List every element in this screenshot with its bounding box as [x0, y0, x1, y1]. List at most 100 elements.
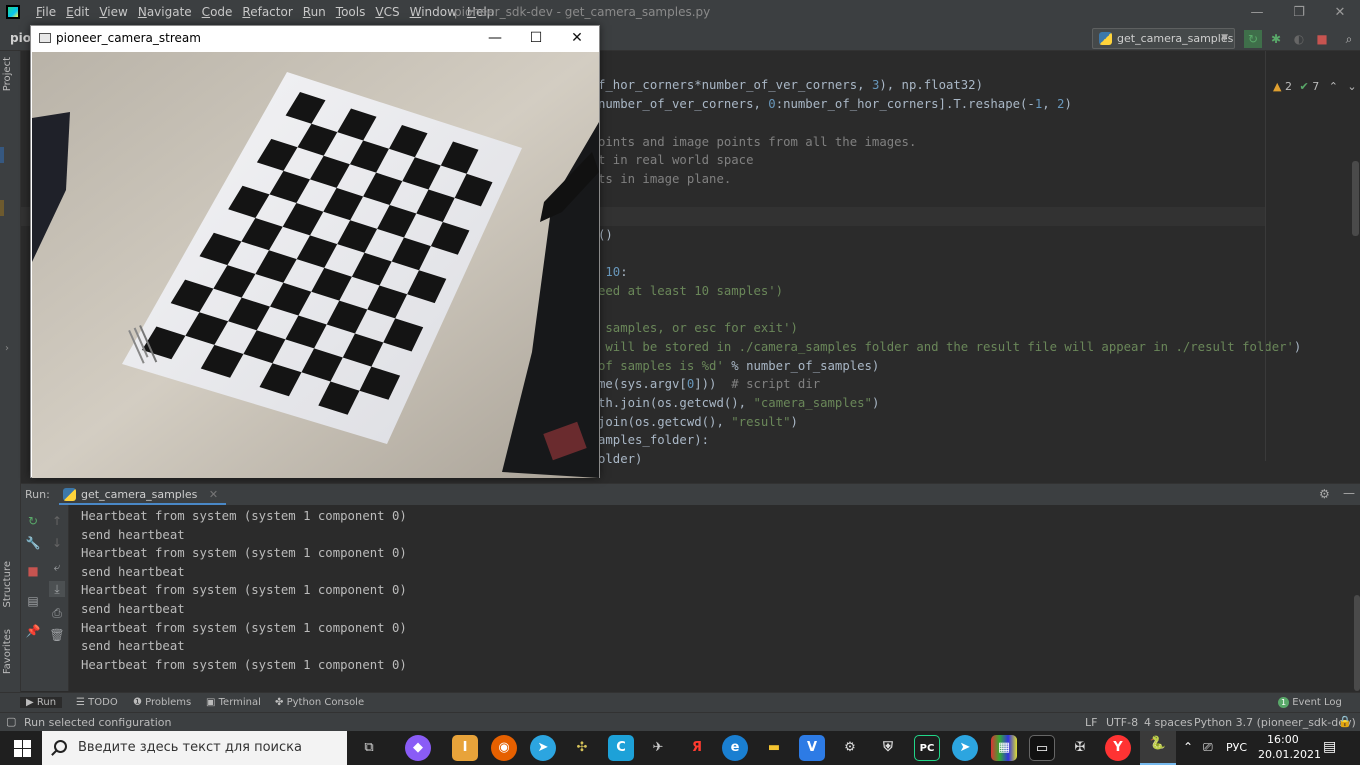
- chevron-up-icon[interactable]: ⌃: [1329, 80, 1338, 93]
- clock-time[interactable]: 16:00: [1267, 733, 1299, 746]
- indent-setting[interactable]: 4 spaces: [1144, 716, 1193, 729]
- expand-arrow-icon[interactable]: ›: [5, 343, 9, 354]
- chevron-down-icon: ▼: [1221, 33, 1228, 43]
- tab-terminal[interactable]: ▣ Terminal: [206, 697, 261, 708]
- ide-minimize-button[interactable]: —: [1245, 3, 1269, 23]
- project-tool-tab[interactable]: Project: [2, 57, 13, 91]
- favorites-tool-tab[interactable]: Favorites: [2, 629, 13, 674]
- alice-assistant-icon[interactable]: ◆: [405, 735, 431, 761]
- menu-edit[interactable]: Edit: [61, 5, 94, 19]
- app-icon-i[interactable]: I: [452, 735, 478, 761]
- gear-icon[interactable]: ⚙: [1319, 487, 1330, 501]
- inspection-widget[interactable]: ▲ 2 ✔ 7 ⌃ ⌄: [1273, 80, 1357, 93]
- python-app-icon[interactable]: 🐍: [1140, 731, 1176, 765]
- arrow-down-icon[interactable]: ↓: [49, 535, 65, 551]
- weak-warning-count: 7: [1312, 80, 1320, 93]
- structure-tool-tab[interactable]: Structure: [2, 561, 13, 608]
- layout-icon[interactable]: ▤: [25, 593, 41, 609]
- pin-icon[interactable]: 📌: [25, 623, 41, 639]
- tab-event-log[interactable]: 1 Event Log: [1278, 697, 1342, 708]
- ide-restore-button[interactable]: ❐: [1287, 3, 1311, 23]
- console-scrollbar[interactable]: [1354, 595, 1360, 691]
- stop-icon[interactable]: ■: [1313, 30, 1331, 48]
- telegram-badge-icon[interactable]: ➤: [952, 735, 978, 761]
- wrench-icon[interactable]: 🔧: [25, 535, 41, 551]
- run-tab-get-camera-samples[interactable]: get_camera_samples ✕: [59, 484, 227, 506]
- python-interpreter[interactable]: Python 3.7 (pioneer_sdk-dev): [1194, 716, 1356, 729]
- windows-start-button[interactable]: [0, 731, 42, 765]
- app-icon-v[interactable]: V: [799, 735, 825, 761]
- firefox-icon[interactable]: ◉: [491, 735, 517, 761]
- code-line: of samples is %d' % number_of_samples): [598, 357, 879, 375]
- camera-window-titlebar[interactable]: pioneer_camera_stream — ☐ ✕: [31, 26, 599, 51]
- camera-stream-window[interactable]: pioneer_camera_stream — ☐ ✕: [30, 25, 600, 478]
- line-separator[interactable]: LF: [1085, 716, 1097, 729]
- menu-run[interactable]: Run: [298, 5, 331, 19]
- terminal-icon[interactable]: ▭: [1029, 735, 1055, 761]
- scroll-to-end-icon[interactable]: ⤓: [49, 581, 65, 597]
- close-tab-icon[interactable]: ✕: [209, 488, 218, 501]
- rerun-icon[interactable]: ↻: [1244, 30, 1262, 48]
- notifications-icon[interactable]: ▤: [1323, 739, 1336, 755]
- yandex-icon[interactable]: Я: [684, 735, 710, 761]
- search-icon[interactable]: ⌕: [1340, 30, 1358, 48]
- code-token: th.join(os.getcwd(),: [598, 396, 754, 410]
- tab-python-console[interactable]: ✤ Python Console: [275, 697, 364, 708]
- camera-minimize-button[interactable]: —: [475, 28, 515, 49]
- tab-problems[interactable]: ❶ Problems: [133, 697, 191, 708]
- network-icon[interactable]: ⎚: [1203, 740, 1213, 755]
- camera-close-button[interactable]: ✕: [557, 28, 597, 49]
- language-indicator[interactable]: РУС: [1226, 741, 1247, 754]
- app-icon-pinwheel[interactable]: ✣: [569, 735, 595, 761]
- layout-toggle-icon[interactable]: ▢: [6, 715, 16, 728]
- menu-code[interactable]: Code: [197, 5, 238, 19]
- tab-event-log-label: Event Log: [1292, 697, 1342, 708]
- editor-scrollbar[interactable]: [1352, 161, 1359, 236]
- chevron-down-icon[interactable]: ⌄: [1347, 80, 1356, 93]
- telegram-icon[interactable]: ➤: [530, 735, 556, 761]
- coverage-icon[interactable]: ◐: [1290, 30, 1308, 48]
- run-configuration-select[interactable]: get_camera_samples ▼: [1092, 28, 1235, 49]
- tab-run[interactable]: ▶ Run: [20, 697, 63, 708]
- arrow-up-icon[interactable]: ↑: [49, 513, 65, 529]
- status-message: Run selected configuration: [24, 716, 172, 729]
- menu-navigate[interactable]: Navigate: [133, 5, 197, 19]
- yandex-browser-icon[interactable]: Y: [1105, 735, 1131, 761]
- debug-bug-icon[interactable]: ✱: [1267, 30, 1285, 48]
- run-tab-label: get_camera_samples: [81, 488, 198, 501]
- window-title: pioneer_sdk-dev - get_camera_samples.py: [454, 5, 711, 19]
- python-file-icon: [1099, 32, 1112, 45]
- tray-expand-icon[interactable]: ⌃: [1183, 740, 1193, 754]
- menu-view[interactable]: View: [94, 5, 132, 19]
- run-console[interactable]: ↻ 🔧 ■ ▤ 📌 ↑ ↓ ⤶ ⤓ ⎙ 🗑 Heartbeat from sys…: [21, 505, 1360, 691]
- camera-maximize-button[interactable]: ☐: [516, 28, 556, 49]
- app-icon-c[interactable]: C: [608, 735, 634, 761]
- trash-icon[interactable]: 🗑: [49, 627, 65, 643]
- console-line: Heartbeat from system (system 1 componen…: [81, 620, 407, 635]
- menu-vcs[interactable]: VCS: [370, 5, 404, 19]
- clock-date[interactable]: 20.01.2021: [1258, 748, 1321, 761]
- app-icon-plane[interactable]: ✈: [645, 735, 671, 761]
- stop-icon[interactable]: ■: [25, 563, 41, 579]
- edge-icon[interactable]: e: [722, 735, 748, 761]
- hide-panel-icon[interactable]: —: [1343, 486, 1355, 500]
- lock-icon[interactable]: 🔒: [1338, 715, 1352, 728]
- print-icon[interactable]: ⎙: [49, 605, 65, 621]
- rerun-icon[interactable]: ↻: [25, 513, 41, 529]
- taskbar-search-box[interactable]: Введите здесь текст для поиска: [42, 731, 347, 765]
- file-explorer-icon[interactable]: ▬: [761, 735, 787, 761]
- ide-close-button[interactable]: ✕: [1328, 3, 1352, 23]
- pycharm-taskbar-icon[interactable]: PC: [914, 735, 940, 761]
- soft-wrap-icon[interactable]: ⤶: [49, 559, 65, 575]
- menu-refactor[interactable]: Refactor: [237, 5, 297, 19]
- settings-gear-icon[interactable]: ⚙: [837, 735, 863, 761]
- menu-tools[interactable]: Tools: [331, 5, 371, 19]
- tab-todo[interactable]: ☰ TODO: [76, 697, 118, 708]
- task-view-icon[interactable]: ⧉: [356, 735, 382, 761]
- app-icon-drone[interactable]: ✠: [1067, 735, 1093, 761]
- bookmark-marker: [0, 200, 4, 216]
- app-icon-winrar[interactable]: ▦: [991, 735, 1017, 761]
- menu-file[interactable]: File: [31, 5, 61, 19]
- file-encoding[interactable]: UTF-8: [1106, 716, 1138, 729]
- shield-icon[interactable]: ⛨: [875, 735, 901, 761]
